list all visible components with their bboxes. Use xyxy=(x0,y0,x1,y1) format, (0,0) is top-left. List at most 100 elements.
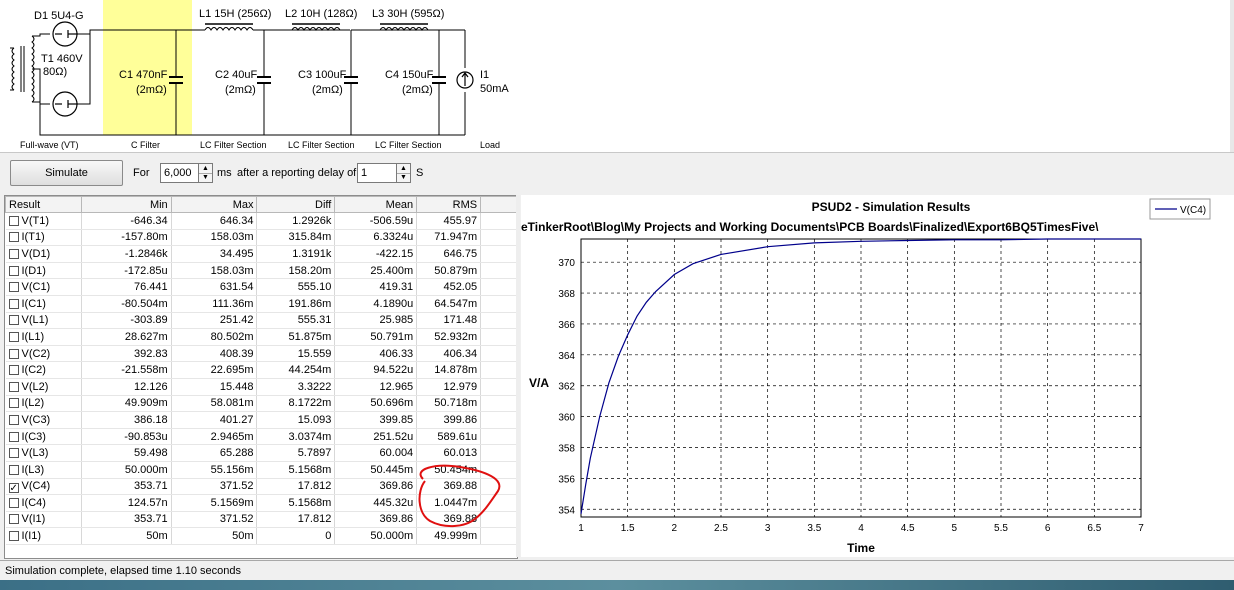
column-header-mean[interactable]: Mean xyxy=(334,196,418,213)
result-name: I(C3) xyxy=(21,430,46,443)
delay-label: after a reporting delay of xyxy=(237,167,357,179)
result-checkbox[interactable] xyxy=(8,414,19,425)
result-name-cell[interactable]: V(C2) xyxy=(5,345,82,363)
result-checkbox[interactable] xyxy=(8,398,19,409)
result-name-cell[interactable]: V(I1) xyxy=(5,511,82,529)
result-checkbox[interactable] xyxy=(8,497,19,508)
cell-mean: 50.445m xyxy=(334,461,418,479)
delay-spinner[interactable]: ▲ ▼ xyxy=(397,163,411,183)
result-checkbox[interactable] xyxy=(8,531,19,542)
result-checkbox[interactable] xyxy=(8,298,19,309)
table-row[interactable]: I(C1) -80.504m 111.36m 191.86m 4.1890u 64.547… xyxy=(5,295,517,313)
result-name-cell[interactable]: I(C1) xyxy=(5,295,82,313)
transformer-icon[interactable] xyxy=(10,35,35,103)
duration-input[interactable]: 6,000 xyxy=(160,163,199,183)
cell-blank xyxy=(480,378,517,396)
inductor-l1-icon[interactable] xyxy=(204,27,254,31)
result-name-cell[interactable]: V(L3) xyxy=(5,444,82,462)
result-name-cell[interactable]: I(T1) xyxy=(5,229,82,247)
result-checkbox[interactable] xyxy=(8,448,19,459)
table-row[interactable]: I(T1) -157.80m 158.03m 315.84m 6.3324u 71.947… xyxy=(5,229,517,247)
result-checkbox[interactable] xyxy=(8,431,19,442)
cell-blank xyxy=(480,478,517,496)
table-scrollbar[interactable] xyxy=(516,195,520,557)
spin-down-icon[interactable]: ▼ xyxy=(397,172,410,183)
chart-legend[interactable]: V(C4) xyxy=(1149,198,1211,220)
result-checkbox[interactable] xyxy=(8,232,19,243)
table-row[interactable]: V(D1) -1.2846k 34.495 1.3191k -422.15 646.75 xyxy=(5,245,517,263)
table-row[interactable]: I(C3) -90.853u 2.9465m 3.0374m 251.52u 589.61… xyxy=(5,428,517,446)
result-checkbox[interactable] xyxy=(8,282,19,293)
result-checkbox[interactable] xyxy=(8,365,19,376)
result-name-cell[interactable]: V(D1) xyxy=(5,245,82,263)
table-row[interactable]: I(C4) 124.57n 5.1569m 5.1568m 445.32u 1.0447m xyxy=(5,494,517,512)
capacitor-c2-icon[interactable] xyxy=(257,76,271,84)
result-checkbox[interactable]: ✓ xyxy=(8,482,19,493)
column-header-min[interactable]: Min xyxy=(80,196,172,213)
simulate-button[interactable]: Simulate xyxy=(10,160,123,186)
cell-blank xyxy=(480,245,517,263)
result-checkbox[interactable] xyxy=(8,514,19,525)
result-name-cell[interactable]: V(T1) xyxy=(5,212,82,230)
table-row[interactable]: V(L2) 12.126 15.448 3.3222 12.965 12.979 xyxy=(5,378,517,396)
result-checkbox[interactable] xyxy=(8,215,19,226)
table-row[interactable]: V(C3) 386.18 401.27 15.093 399.85 399.86 xyxy=(5,411,517,429)
table-row[interactable]: V(L3) 59.498 65.288 5.7897 60.004 60.013 xyxy=(5,444,517,462)
schematic-scrollbar[interactable] xyxy=(1230,0,1234,152)
result-name-cell[interactable]: I(L1) xyxy=(5,328,82,346)
table-row[interactable]: I(L3) 50.000m 55.156m 5.1568m 50.445m 50.454m xyxy=(5,461,517,479)
result-name-cell[interactable]: ✓ V(C4) xyxy=(5,478,82,496)
spin-up-icon[interactable]: ▲ xyxy=(199,164,212,173)
c-filter-highlight xyxy=(103,0,192,135)
result-name: V(T1) xyxy=(21,214,50,227)
result-checkbox[interactable] xyxy=(8,248,19,259)
column-header-result[interactable]: Result xyxy=(5,196,82,213)
result-name-cell[interactable]: I(C3) xyxy=(5,428,82,446)
table-row[interactable]: V(C2) 392.83 408.39 15.559 406.33 406.34 xyxy=(5,345,517,363)
result-name-cell[interactable]: V(C1) xyxy=(5,278,82,296)
table-row[interactable]: V(I1) 353.71 371.52 17.812 369.86 369.88 xyxy=(5,511,517,529)
table-row[interactable]: I(C2) -21.558m 22.695m 44.254m 94.522u 14.878… xyxy=(5,361,517,379)
duration-spinner[interactable]: ▲ ▼ xyxy=(199,163,213,183)
simulation-toolbar: Simulate For 6,000 ▲ ▼ ms after a report… xyxy=(0,152,1234,193)
table-row[interactable]: V(L1) -303.89 251.42 555.31 25.985 171.48 xyxy=(5,312,517,330)
table-row[interactable]: I(L1) 28.627m 80.502m 51.875m 50.791m 52.932m xyxy=(5,328,517,346)
result-checkbox[interactable] xyxy=(8,348,19,359)
result-checkbox[interactable] xyxy=(8,464,19,475)
table-row[interactable]: ✓ V(C4) 353.71 371.52 17.812 369.86 369.88 xyxy=(5,478,517,496)
cell-blank xyxy=(480,444,517,462)
result-checkbox[interactable] xyxy=(8,381,19,392)
column-header-rms[interactable]: RMS xyxy=(416,196,482,213)
table-row[interactable]: I(D1) -172.85u 158.03m 158.20m 25.400m 50.879… xyxy=(5,262,517,280)
result-name-cell[interactable]: I(C2) xyxy=(5,361,82,379)
result-name-cell[interactable]: I(C4) xyxy=(5,494,82,512)
result-name: I(L1) xyxy=(21,330,45,343)
cell-diff: 44.254m xyxy=(256,361,336,379)
result-checkbox[interactable] xyxy=(8,331,19,342)
table-row[interactable]: V(T1) -646.34 646.34 1.2926k -506.59u 455.97 xyxy=(5,212,517,230)
result-name-cell[interactable]: V(L2) xyxy=(5,378,82,396)
result-name-cell[interactable]: V(L1) xyxy=(5,312,82,330)
result-name-cell[interactable]: I(L3) xyxy=(5,461,82,479)
table-row[interactable]: V(C1) 76.441 631.54 555.10 419.31 452.05 xyxy=(5,278,517,296)
current-source-icon[interactable] xyxy=(456,71,474,89)
table-row[interactable]: I(L2) 49.909m 58.081m 8.1722m 50.696m 50.718m xyxy=(5,395,517,413)
cell-diff: 5.1568m xyxy=(256,494,336,512)
capacitor-c4-icon[interactable] xyxy=(432,76,446,84)
column-header-diff[interactable]: Diff xyxy=(256,196,336,213)
c1-esr: (2mΩ) xyxy=(136,84,167,96)
cell-max: 5.1569m xyxy=(171,494,258,512)
spin-up-icon[interactable]: ▲ xyxy=(397,164,410,173)
table-row[interactable]: I(I1) 50m 50m 0 50.000m 49.999m xyxy=(5,527,517,545)
column-header-max[interactable]: Max xyxy=(170,196,258,213)
voltage-chart[interactable]: PSUD2 - Simulation Results eTinkerRoot\B… xyxy=(521,195,1234,557)
delay-input[interactable]: 1 xyxy=(357,163,397,183)
result-checkbox[interactable] xyxy=(8,265,19,276)
cell-max: 55.156m xyxy=(171,461,258,479)
result-name-cell[interactable]: I(D1) xyxy=(5,262,82,280)
spin-down-icon[interactable]: ▼ xyxy=(199,172,212,183)
result-name-cell[interactable]: I(I1) xyxy=(5,527,82,545)
result-name-cell[interactable]: I(L2) xyxy=(5,395,82,413)
result-name-cell[interactable]: V(C3) xyxy=(5,411,82,429)
result-checkbox[interactable] xyxy=(8,315,19,326)
